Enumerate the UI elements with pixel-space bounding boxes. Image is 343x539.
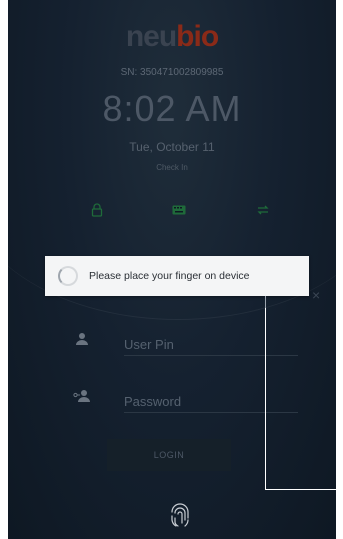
user-pin-input[interactable] [124, 334, 298, 356]
login-button[interactable]: LOGIN [107, 439, 231, 471]
clock-date: Tue, October 11 [129, 140, 215, 154]
callout-line [265, 308, 266, 489]
password-field [64, 385, 298, 415]
fingerprint-prompt-text: Please place your finger on device [89, 270, 250, 282]
brand-logo-neu: neu [125, 20, 177, 53]
fingerprint-prompt-toast: Please place your finger on device [45, 256, 309, 296]
loading-spinner-icon [58, 266, 78, 286]
keyboard-icon[interactable] [167, 198, 191, 222]
brand-logo-bio: bio [176, 20, 219, 53]
user-pin-field [64, 328, 298, 358]
serial-number: SN: 350471002809985 [120, 67, 224, 78]
brand-logo: neubio [8, 20, 336, 54]
clock-time: 8:02 AM [102, 88, 242, 129]
switch-icon[interactable] [251, 198, 275, 222]
close-icon[interactable]: × [312, 288, 320, 302]
user-key-icon [73, 390, 90, 402]
fingerprint-icon[interactable] [168, 500, 192, 530]
user-icon [76, 333, 88, 345]
callout-line [265, 489, 343, 490]
password-input[interactable] [124, 391, 298, 413]
lock-icon[interactable] [85, 198, 109, 222]
verification-mode-row [8, 198, 336, 222]
attendance-status: Check In [156, 163, 188, 172]
